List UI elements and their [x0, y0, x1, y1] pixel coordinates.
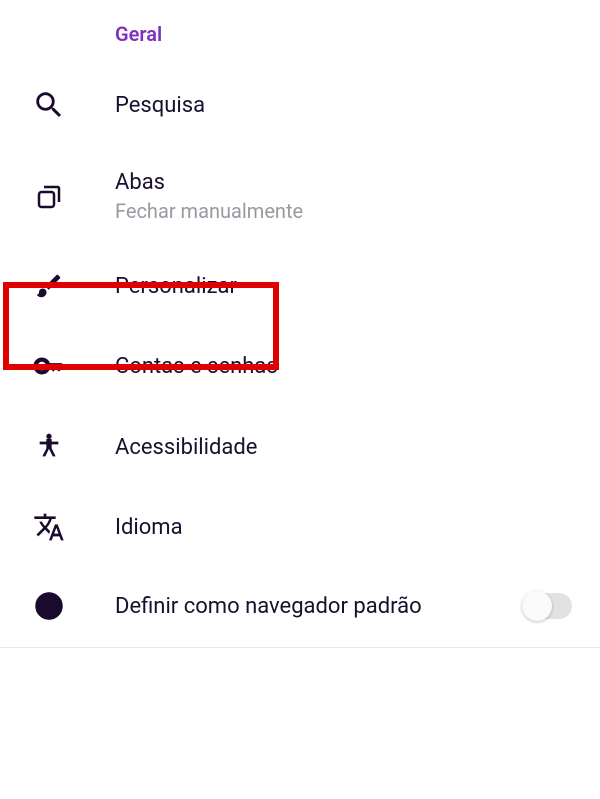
item-sublabel: Fechar manualmente — [115, 199, 303, 223]
item-label: Pesquisa — [115, 93, 205, 118]
settings-item-accounts[interactable]: Contas e senhas — [0, 325, 600, 407]
item-label: Personalizar — [115, 274, 237, 299]
settings-item-default-browser[interactable]: Definir como navegador padrão — [0, 567, 600, 645]
brush-icon — [28, 271, 70, 301]
globe-icon — [28, 591, 70, 621]
item-label: Acessibilidade — [115, 435, 257, 460]
search-icon — [28, 88, 70, 122]
settings-item-tabs[interactable]: Abas Fechar manualmente — [0, 146, 600, 247]
settings-item-customize[interactable]: Personalizar — [0, 247, 600, 325]
settings-item-language[interactable]: Idioma — [0, 487, 600, 567]
section-header-general: Geral — [0, 0, 600, 64]
toggle-knob — [522, 591, 552, 621]
item-label: Definir como navegador padrão — [115, 594, 422, 619]
item-label: Abas — [115, 170, 303, 195]
settings-item-accessibility[interactable]: Acessibilidade — [0, 407, 600, 487]
translate-icon — [28, 511, 70, 543]
item-label: Contas e senhas — [115, 354, 278, 379]
item-label: Idioma — [115, 515, 183, 540]
tabs-icon — [28, 182, 70, 212]
divider — [0, 647, 600, 648]
default-browser-toggle[interactable] — [522, 593, 572, 619]
accessibility-icon — [28, 431, 70, 463]
key-icon — [28, 349, 70, 383]
settings-item-search[interactable]: Pesquisa — [0, 64, 600, 146]
